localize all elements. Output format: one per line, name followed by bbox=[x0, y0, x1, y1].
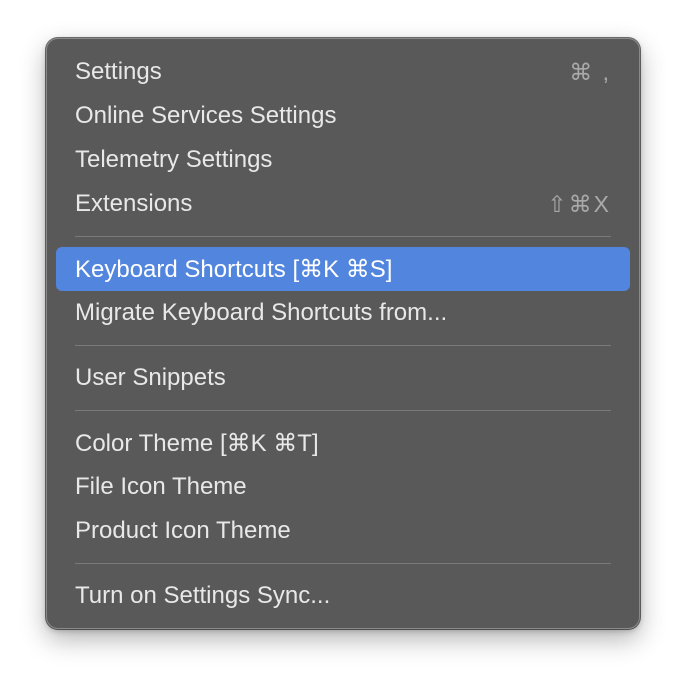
menu-item-label: Settings bbox=[75, 58, 162, 85]
menu-item-settings[interactable]: Settings ⌘ , bbox=[56, 50, 630, 94]
menu-item-color-theme[interactable]: Color Theme [⌘K ⌘T] bbox=[56, 421, 630, 465]
menu-item-label: Product Icon Theme bbox=[75, 517, 291, 544]
menu-item-migrate-keyboard-shortcuts[interactable]: Migrate Keyboard Shortcuts from... bbox=[56, 291, 630, 335]
menu-item-product-icon-theme[interactable]: Product Icon Theme bbox=[56, 509, 630, 553]
menu-item-user-snippets[interactable]: User Snippets bbox=[56, 356, 630, 400]
menu-item-label: Migrate Keyboard Shortcuts from... bbox=[75, 299, 448, 326]
menu-item-telemetry-settings[interactable]: Telemetry Settings bbox=[56, 138, 630, 182]
menu-item-label: File Icon Theme bbox=[75, 473, 247, 500]
menu-item-turn-on-settings-sync[interactable]: Turn on Settings Sync... bbox=[56, 574, 630, 618]
menu-separator bbox=[75, 410, 611, 411]
menu-item-file-icon-theme[interactable]: File Icon Theme bbox=[56, 465, 630, 509]
menu-item-label: Turn on Settings Sync... bbox=[75, 582, 331, 609]
menu-separator bbox=[75, 236, 611, 237]
menu-separator bbox=[75, 563, 611, 564]
menu-item-label: Telemetry Settings bbox=[75, 146, 273, 173]
menu-item-shortcut: ⇧⌘X bbox=[547, 190, 611, 217]
menu-item-label: Color Theme [⌘K ⌘T] bbox=[75, 429, 319, 457]
menu-separator bbox=[75, 345, 611, 346]
menu-item-label: Online Services Settings bbox=[75, 102, 337, 129]
menu-item-label: Keyboard Shortcuts [⌘K ⌘S] bbox=[75, 255, 393, 283]
menu-item-extensions[interactable]: Extensions ⇧⌘X bbox=[56, 182, 630, 226]
menu-item-label: Extensions bbox=[75, 190, 193, 217]
menu-item-shortcut: ⌘ , bbox=[569, 58, 611, 85]
menu-item-keyboard-shortcuts[interactable]: Keyboard Shortcuts [⌘K ⌘S] bbox=[56, 247, 630, 291]
menu-item-label: User Snippets bbox=[75, 364, 226, 391]
menu-item-online-services-settings[interactable]: Online Services Settings bbox=[56, 94, 630, 138]
preferences-context-menu: Settings ⌘ , Online Services Settings Te… bbox=[46, 38, 640, 629]
